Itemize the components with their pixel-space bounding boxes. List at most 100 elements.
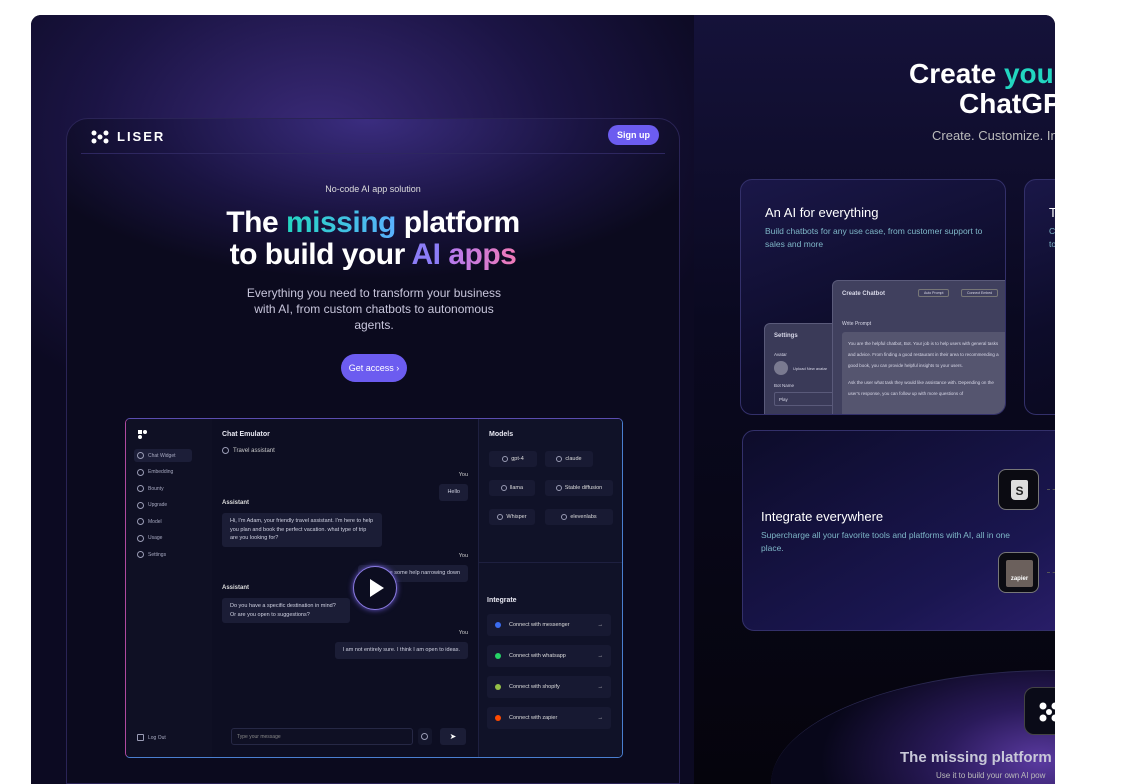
models-panel: Models gpt-4 claude llama Stable diffusion W… — [478, 419, 622, 757]
model-stable-diffusion[interactable]: Stable diffusion — [545, 480, 613, 496]
sender-label: You — [458, 630, 468, 636]
sidebar-item-usage[interactable]: Usage — [134, 532, 186, 545]
sidebar-item-label: Usage — [148, 535, 163, 541]
headline-word: to build your — [229, 238, 406, 271]
mic-icon — [421, 733, 428, 740]
integration-icon — [495, 684, 501, 690]
tagline: No-code AI app solution — [325, 184, 421, 194]
feature-card-ai: An AI for everything Build chatbots for … — [740, 179, 1006, 415]
user-message: Hello — [439, 484, 468, 501]
shopify-tile: S — [998, 469, 1039, 510]
send-button[interactable]: ➤ — [440, 728, 466, 745]
headline-word: platform — [403, 206, 521, 239]
connector-line — [1047, 572, 1055, 573]
shopify-icon: S — [1011, 480, 1028, 500]
showcase: LISER Sign up No-code AI app solution Th… — [31, 15, 1055, 784]
model-whisper[interactable]: Whisper — [489, 509, 535, 525]
assistant-icon — [222, 447, 229, 454]
sender-label: You — [458, 553, 468, 559]
chart-icon — [137, 534, 144, 542]
model-label: gpt-4 — [511, 456, 524, 462]
model-logo-icon — [561, 514, 568, 520]
sidebar-item-model[interactable]: Model — [134, 515, 186, 528]
model-logo-icon — [497, 514, 504, 520]
card-desc: to — [1049, 239, 1055, 249]
mock-prompt-text: You are the helpful chatbot, Bot. Your j… — [848, 341, 999, 368]
get-access-button[interactable]: Get access › — [341, 354, 407, 382]
card-title: Integrate everywhere — [761, 509, 884, 524]
mock-prompt: You are the helpful chatbot, Bot. Your j… — [842, 332, 1005, 414]
logout-icon — [137, 734, 144, 741]
arrow-right-icon: → — [597, 684, 604, 690]
mock-input: Play — [774, 392, 840, 406]
zapier-tile: zapier — [998, 552, 1039, 593]
app-preview: Chat Widget Embedding Bounty Upgrade Model Us… — [125, 418, 623, 758]
hero-word: Create — [909, 59, 1004, 89]
hero-highlight: your — [1003, 59, 1055, 89]
play-video-button[interactable] — [353, 566, 397, 610]
sidebar-item-label: Bounty — [148, 485, 164, 492]
integration-label: Connect with whatsapp — [509, 653, 566, 659]
integration-label: Connect with messenger — [509, 622, 570, 628]
nav-divider — [81, 153, 665, 154]
logo-tile — [1024, 687, 1055, 735]
feature-card-partial: Tr Co to — [1024, 179, 1055, 415]
sidebar-item-settings[interactable]: Settings — [134, 548, 186, 561]
model-claude[interactable]: claude — [545, 451, 593, 467]
send-icon: ➤ — [449, 732, 457, 741]
arrow-right-icon: → — [597, 653, 604, 659]
connector-line — [1047, 489, 1055, 490]
headline-highlight: apps — [448, 238, 517, 271]
headline-word: The — [226, 206, 279, 239]
integrate-title: Integrate — [487, 597, 517, 604]
logout-button[interactable]: Log Out — [134, 731, 186, 744]
mock-settings-title: Settings — [774, 333, 798, 339]
sidebar-item-bounty[interactable]: Bounty — [134, 482, 186, 495]
mock-label: Write Prompt — [842, 321, 872, 327]
sign-up-button[interactable]: Sign up — [608, 125, 659, 145]
card-desc: Supercharge all your favorite tools and … — [761, 530, 1010, 553]
integration-item[interactable]: Connect with shopify → — [487, 676, 611, 698]
brand-name: LISER — [117, 129, 166, 144]
app-sidebar: Chat Widget Embedding Bounty Upgrade Model Us… — [126, 419, 212, 757]
rocket-icon — [137, 501, 144, 509]
sidebar-item-embedding[interactable]: Embedding — [134, 466, 186, 479]
hero-subtitle: Everything you need to transform your bu… — [246, 286, 502, 332]
mic-button[interactable] — [418, 728, 432, 745]
model-logo-icon — [555, 485, 562, 491]
model-gpt-4[interactable]: gpt-4 — [489, 451, 537, 467]
feature-card-integrate: Integrate everywhere Supercharge all you… — [742, 430, 1055, 631]
message-input[interactable]: Type your message — [231, 728, 413, 745]
headline-highlight: missing — [285, 206, 396, 239]
assistant-selector[interactable]: Travel assistant — [222, 447, 275, 454]
sender-label: Assistant — [222, 500, 250, 506]
create-chatbot-mockup: Create Chatbot Auto Prompt Connect Embed… — [832, 280, 1005, 414]
integration-label: Connect with zapier — [509, 715, 558, 721]
integration-item[interactable]: Connect with zapier → — [487, 707, 611, 729]
arrow-right-icon: → — [597, 715, 604, 721]
sidebar-item-label: Chat Widget — [148, 452, 176, 459]
sidebar-item-label: Upgrade — [148, 502, 168, 508]
zapier-icon: zapier — [1006, 560, 1033, 587]
right-hero-subtitle: Create. Customize. In — [932, 128, 1055, 143]
mock-prompt-text: Ask the user what task they would like a… — [848, 380, 994, 396]
model-label: claude — [565, 456, 582, 462]
sidebar-item-label: Embedding — [148, 469, 174, 475]
model-elevenlabs[interactable]: elevenlabs — [545, 509, 613, 525]
mock-title: Create Chatbot — [842, 291, 886, 297]
right-hero-title: Create your — [909, 59, 1055, 89]
integration-item[interactable]: Connect with whatsapp → — [487, 645, 611, 667]
model-llama[interactable]: llama — [489, 480, 535, 496]
assistant-name: Travel assistant — [233, 447, 275, 454]
model-label: Stable diffusion — [564, 485, 603, 491]
model-logo-icon — [556, 456, 563, 462]
bottom-subtitle: Use it to build your own AI pow — [936, 771, 1046, 780]
integration-item[interactable]: Connect with messenger → — [487, 614, 611, 636]
sidebar-item-chat-widget[interactable]: Chat Widget — [134, 449, 192, 462]
right-hero-title-line2: ChatGP — [959, 88, 1055, 119]
brand-logo[interactable]: LISER — [91, 129, 165, 144]
mock-upload: Upload New avatar — [793, 366, 828, 371]
model-label: elevenlabs — [570, 514, 597, 520]
sidebar-item-upgrade[interactable]: Upgrade — [134, 499, 186, 512]
right-hero: Create your ChatGP Create. Customize. In — [694, 59, 1055, 143]
